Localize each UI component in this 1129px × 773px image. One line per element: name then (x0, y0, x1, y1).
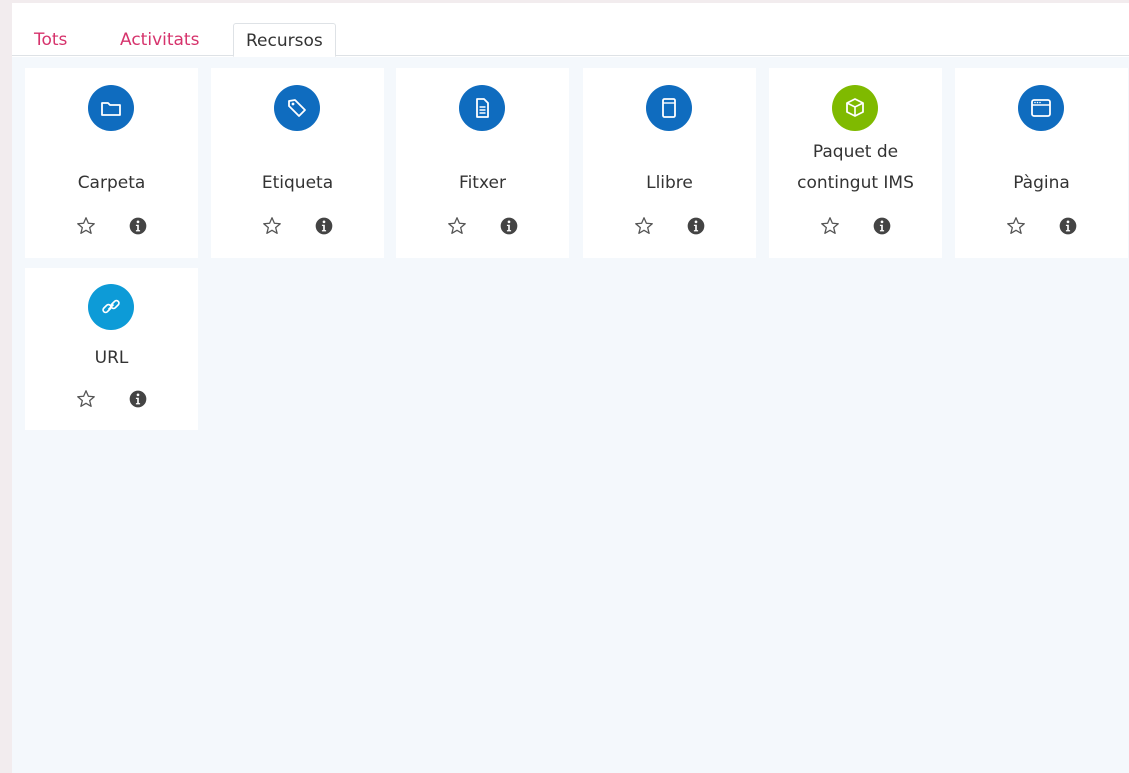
module-name: URL (94, 348, 129, 368)
module-name-line1: Paquet de (812, 142, 899, 162)
star-icon[interactable] (632, 214, 656, 238)
module-card-file[interactable]: Fitxer (396, 68, 569, 258)
modules-grid: Carpeta Etiqueta Fitxer Llibre Paquet de… (12, 57, 1129, 773)
tab-bar: Tots Activitats Recursos (12, 3, 1129, 57)
info-icon[interactable] (497, 214, 521, 238)
module-name: Llibre (646, 173, 693, 193)
file-icon (459, 85, 505, 131)
folder-icon (88, 85, 134, 131)
star-icon[interactable] (74, 214, 98, 238)
link-icon (88, 284, 134, 330)
module-card-label[interactable]: Etiqueta (211, 68, 384, 258)
module-name-line2: contingut IMS (797, 173, 914, 193)
star-icon[interactable] (445, 214, 469, 238)
star-icon[interactable] (1004, 214, 1028, 238)
page-icon (1018, 85, 1064, 131)
module-card-ims-package[interactable]: Paquet de contingut IMS (769, 68, 942, 258)
tag-icon (274, 85, 320, 131)
info-icon[interactable] (870, 214, 894, 238)
module-name: Fitxer (459, 173, 506, 193)
tab-resources[interactable]: Recursos (233, 23, 336, 57)
star-icon[interactable] (260, 214, 284, 238)
module-card-book[interactable]: Llibre (583, 68, 756, 258)
module-name: Carpeta (77, 173, 146, 193)
info-icon[interactable] (126, 214, 150, 238)
module-card-folder[interactable]: Carpeta (25, 68, 198, 258)
module-card-url[interactable]: URL (25, 268, 198, 430)
chooser-panel: Tots Activitats Recursos Carpeta Etiquet… (12, 3, 1129, 773)
info-icon[interactable] (1056, 214, 1080, 238)
star-icon[interactable] (818, 214, 842, 238)
info-icon[interactable] (126, 387, 150, 411)
info-icon[interactable] (312, 214, 336, 238)
module-card-page[interactable]: Pàgina (955, 68, 1128, 258)
star-icon[interactable] (74, 387, 98, 411)
module-name: Etiqueta (261, 173, 334, 193)
tab-all[interactable]: Tots (22, 23, 79, 57)
package-icon (832, 85, 878, 131)
module-name: Pàgina (1013, 173, 1070, 193)
tab-activities[interactable]: Activitats (108, 23, 211, 57)
book-icon (646, 85, 692, 131)
info-icon[interactable] (684, 214, 708, 238)
